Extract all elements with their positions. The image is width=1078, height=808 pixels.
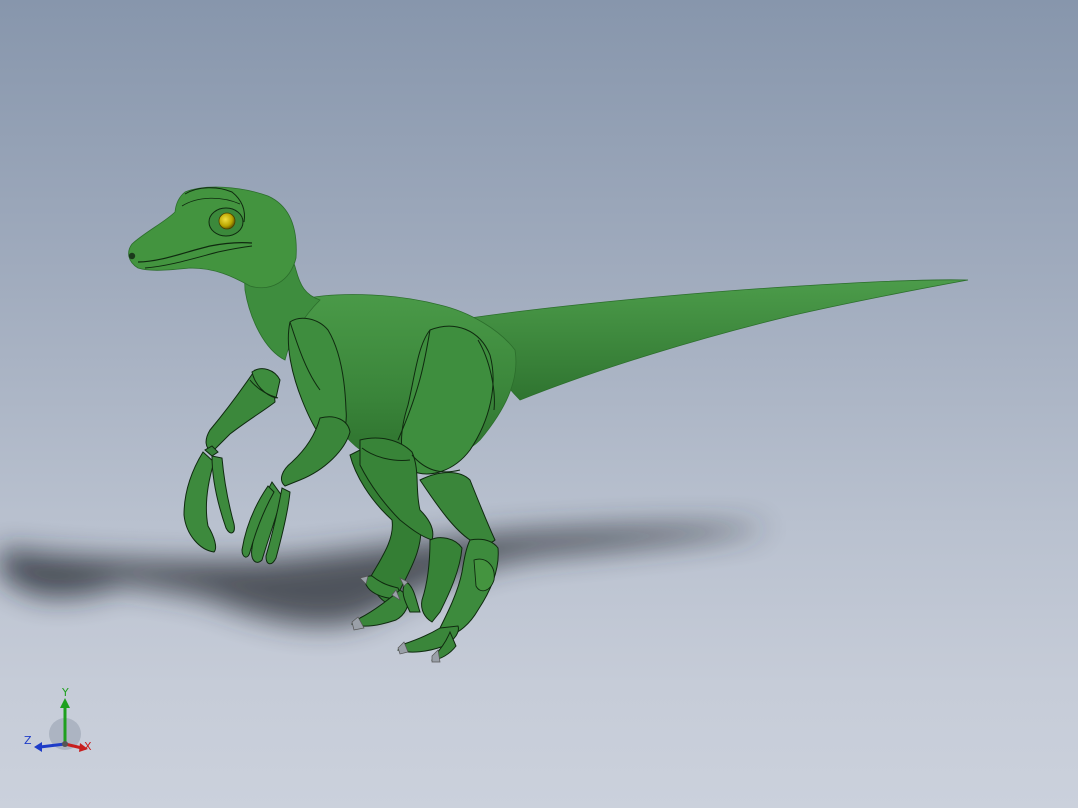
triad-y-label: Y — [62, 686, 69, 699]
triad-x-label: X — [84, 740, 92, 753]
view-orientation-triad[interactable]: Y X Z — [20, 686, 100, 756]
raptor-head — [128, 186, 297, 289]
front-arm-right — [241, 317, 351, 565]
raptor-eye — [218, 212, 236, 230]
raptor-tail — [469, 279, 969, 401]
raptor-model[interactable] — [0, 0, 1078, 808]
graphics-viewport[interactable]: Y X Z — [0, 0, 1078, 808]
triad-z-label: Z — [24, 734, 32, 747]
